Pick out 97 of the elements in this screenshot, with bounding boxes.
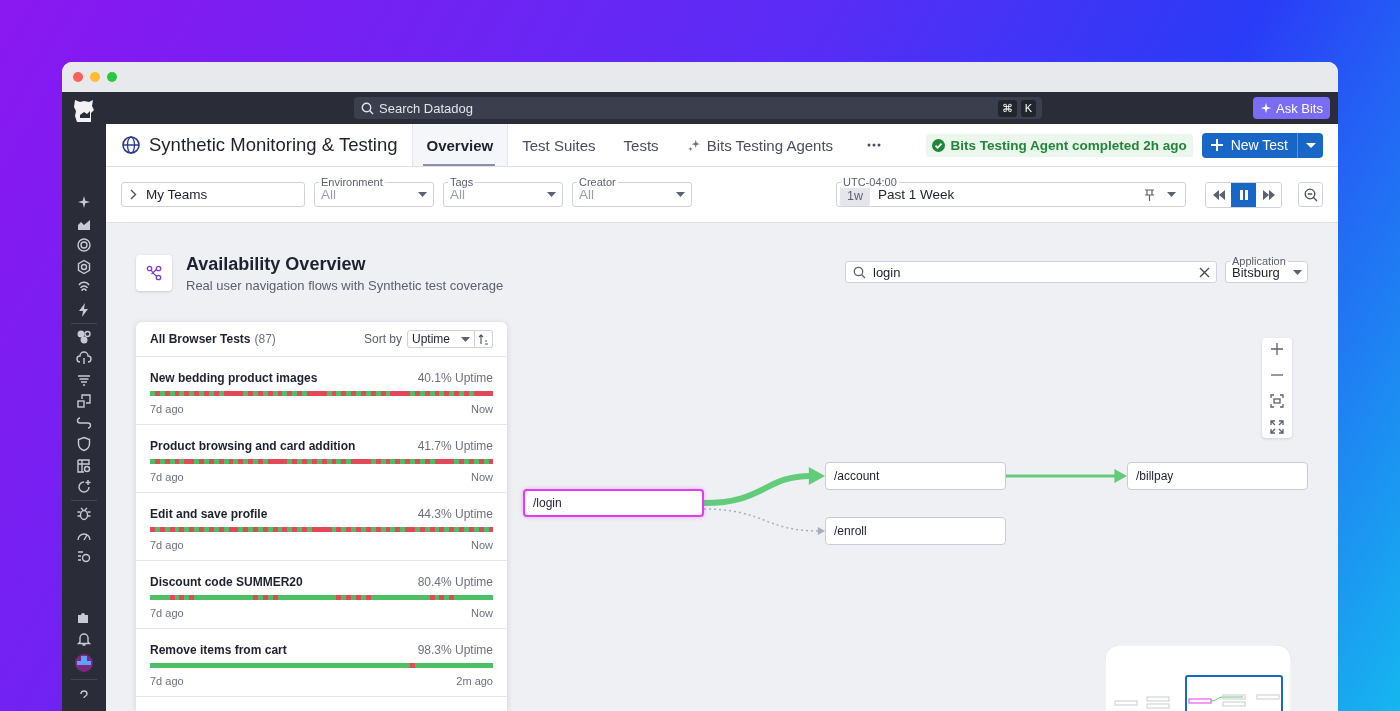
- field-label: Environment: [319, 176, 385, 188]
- test-name: Edit and save profile: [150, 507, 268, 521]
- plus-icon: [1210, 139, 1223, 151]
- test-row[interactable]: Edit and save profile 44.3% Uptime 7d ago Now: [136, 493, 507, 561]
- time-range-picker[interactable]: UTC-04:00 1w Past 1 Week: [836, 176, 1186, 207]
- page-node[interactable]: /login: [523, 489, 704, 517]
- clear-icon[interactable]: [1199, 267, 1210, 278]
- avatar-icon[interactable]: [75, 654, 93, 672]
- nav-tab[interactable]: Bits Testing Agents: [672, 124, 848, 166]
- chevron-right-icon: [130, 189, 137, 200]
- expand-icon[interactable]: [1270, 420, 1284, 434]
- uptime-value: 98.3% Uptime: [417, 643, 493, 657]
- end-time: 2m ago: [456, 675, 493, 687]
- zoom-out-button[interactable]: [1298, 182, 1323, 207]
- filter-dropdown[interactable]: Environment All: [314, 176, 434, 207]
- sort-ascending-icon: [478, 333, 489, 345]
- nav-tab[interactable]: Test Suites: [508, 124, 610, 166]
- test-name: Product browsing and card addition: [150, 439, 356, 453]
- dropdown-button[interactable]: [1297, 132, 1323, 158]
- more-icon[interactable]: [867, 143, 882, 147]
- globe-icon: [121, 135, 141, 155]
- test-row[interactable]: Product browsing and card addition 41.7% Uptime 7d ago Now: [136, 425, 507, 493]
- table-search-icon[interactable]: [76, 457, 92, 474]
- search-icon: [853, 266, 866, 279]
- caret-icon: [418, 192, 427, 197]
- zoom-out-icon: [1303, 187, 1318, 202]
- ask-button[interactable]: Ask Bits: [1253, 97, 1330, 119]
- field-label: Creator: [577, 176, 618, 188]
- start-time: 7d ago: [150, 539, 184, 551]
- end-time: Now: [471, 471, 493, 483]
- end-time: Now: [471, 539, 493, 551]
- circles-icon[interactable]: [76, 328, 92, 345]
- teams-selector[interactable]: My Teams: [121, 182, 305, 207]
- test-row[interactable]: Remove items from cart 98.3% Uptime 7d ago 2m ago: [136, 629, 507, 697]
- squares-icon[interactable]: [76, 393, 92, 409]
- uptime-value: 40.1% Uptime: [417, 371, 493, 385]
- caret-icon: [461, 336, 470, 342]
- target-icon[interactable]: [76, 237, 92, 253]
- fast-forward-icon: [1262, 188, 1275, 201]
- sort-direction-button[interactable]: [475, 330, 493, 348]
- caret-icon: [1293, 269, 1302, 275]
- caret-icon: [676, 192, 685, 197]
- test-name: Discount code SUMMER20: [150, 575, 303, 589]
- bell-icon[interactable]: [76, 630, 92, 647]
- filter-dropdown[interactable]: Tags All: [443, 176, 563, 207]
- new-test-button[interactable]: New Test: [1201, 132, 1297, 158]
- caret-icon: [1305, 142, 1316, 148]
- app-title: Synthetic Monitoring & Testing: [149, 134, 398, 156]
- fit-view-icon[interactable]: [1270, 394, 1284, 408]
- test-count: (87): [254, 332, 276, 346]
- hexagon-icon[interactable]: [76, 258, 92, 275]
- nav-tab[interactable]: Overview: [412, 124, 509, 166]
- start-time: 7d ago: [150, 471, 184, 483]
- page-node[interactable]: /enroll: [825, 517, 1006, 545]
- uptime-value: 41.7% Uptime: [417, 439, 493, 453]
- test-row[interactable]: New bedding product images 40.1% Uptime 7d ago Now: [136, 357, 507, 425]
- flow-icon: [136, 255, 172, 291]
- field-label: UTC-04:00: [841, 176, 899, 188]
- start-time: 7d ago: [150, 607, 184, 619]
- caret-icon: [547, 192, 556, 197]
- search-icon: [361, 102, 374, 115]
- pause-icon: [1237, 188, 1250, 201]
- shield-icon[interactable]: [76, 436, 92, 452]
- rewind-icon: [1212, 188, 1225, 201]
- start-time: 7d ago: [150, 403, 184, 415]
- filter-dropdown[interactable]: Creator All: [572, 176, 692, 207]
- pin-icon[interactable]: [1144, 188, 1155, 201]
- bug-icon[interactable]: [76, 506, 92, 522]
- status-message: Bits Testing Agent completed 2h ago: [926, 133, 1193, 157]
- test-name: Remove items from cart: [150, 643, 287, 657]
- uptime-value: 80.4% Uptime: [417, 575, 493, 589]
- end-time: Now: [471, 607, 493, 619]
- sort-dropdown[interactable]: Uptime: [407, 330, 475, 348]
- test-row[interactable]: Discount code SUMMER20 80.4% Uptime 7d ago Now: [136, 561, 507, 629]
- field-label: Tags: [448, 176, 476, 188]
- end-time: Now: [471, 403, 493, 415]
- list-search-icon[interactable]: [76, 549, 92, 565]
- nav-tab[interactable]: Tests: [609, 124, 673, 166]
- page-node[interactable]: /billpay: [1127, 462, 1308, 490]
- application-dropdown[interactable]: Application Bitsburg: [1225, 255, 1308, 283]
- section-title: Availability Overview: [186, 254, 367, 275]
- uptime-value: 44.3% Uptime: [417, 507, 493, 521]
- search-field[interactable]: login: [845, 261, 1217, 283]
- section-subtitle: Real user navigation flows with Synthetic test coverage: [186, 278, 504, 293]
- start-time: 7d ago: [150, 675, 184, 687]
- sort-label: Sort by: [364, 332, 402, 346]
- field-label: Application: [1230, 255, 1288, 267]
- caret-icon: [1167, 192, 1176, 197]
- circle-sparkle-icon[interactable]: [76, 479, 92, 495]
- sparkle-icon: [686, 138, 701, 152]
- test-name: New bedding product images: [150, 371, 318, 385]
- pause-button[interactable]: [1231, 182, 1256, 207]
- zoom-in-icon[interactable]: [1270, 342, 1284, 356]
- loop-icon[interactable]: [76, 414, 92, 431]
- panel-title: All Browser Tests: [150, 332, 251, 346]
- check-circle-icon: [932, 138, 946, 152]
- page-node[interactable]: /account: [825, 462, 1006, 490]
